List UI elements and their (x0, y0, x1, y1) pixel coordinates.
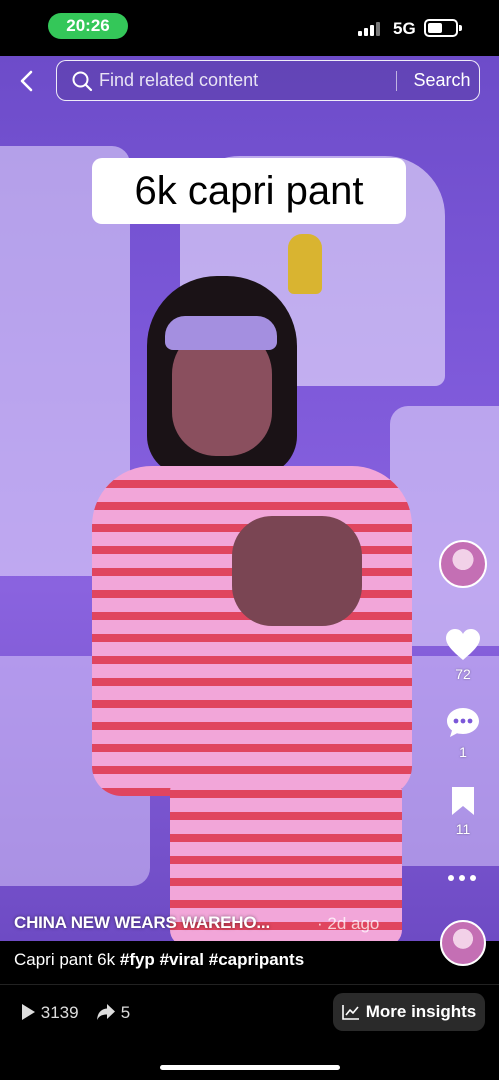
tiktok-video-screen: 20:26 5G 6k capri pant Search (0, 0, 499, 1080)
share-icon (97, 1004, 115, 1020)
author-name[interactable]: CHINA NEW WEARS WAREHO... (14, 913, 270, 933)
music-disc[interactable] (440, 920, 486, 966)
more-insights-button[interactable]: More insights (333, 993, 485, 1031)
back-icon[interactable] (12, 66, 42, 96)
play-icon (22, 1004, 35, 1020)
video-caption-overlay: 6k capri pant (92, 158, 406, 224)
stats-bar: 3139 5 More insights (0, 984, 499, 1040)
chart-icon (341, 1005, 359, 1020)
save-count: 11 (455, 821, 471, 837)
search-icon (71, 70, 93, 92)
save-button[interactable]: 11 (440, 785, 486, 837)
more-insights-label: More insights (365, 1002, 477, 1021)
comment-icon (447, 708, 479, 737)
person-hands (232, 516, 362, 626)
person-in-video (92, 276, 422, 941)
view-count-value: 3139 (40, 1003, 79, 1022)
post-date: · 2d ago (317, 914, 380, 933)
network-label: 5G (393, 19, 416, 38)
view-count: 3139 (20, 1003, 79, 1023)
battery-icon (424, 19, 462, 37)
hashtag[interactable]: #fyp (120, 950, 155, 969)
status-bar: 20:26 5G (0, 0, 499, 56)
signal-icon (358, 22, 382, 36)
like-count: 72 (455, 666, 471, 682)
search-divider (396, 71, 397, 91)
hashtag[interactable]: #viral (160, 950, 204, 969)
hashtag[interactable]: #capripants (209, 950, 304, 969)
search-button[interactable]: Search (407, 61, 477, 99)
creator-avatar[interactable] (439, 540, 487, 588)
share-count-value: 5 (120, 1003, 131, 1022)
like-button[interactable]: 72 (440, 628, 486, 682)
person-headband (165, 316, 277, 350)
home-indicator[interactable] (160, 1065, 340, 1070)
striped-shirt (92, 466, 412, 796)
status-time: 20:26 (48, 13, 128, 39)
bookmark-icon (452, 787, 474, 815)
video-description: Capri pant 6k #fyp #viral #capripants (14, 950, 304, 970)
search-input[interactable] (99, 61, 389, 99)
heart-icon (446, 629, 480, 660)
comment-count: 1 (459, 744, 467, 760)
more-icon[interactable] (447, 870, 477, 881)
video-player[interactable]: 6k capri pant (0, 56, 499, 941)
comment-button[interactable]: 1 (440, 706, 486, 760)
description-text: Capri pant 6k (14, 950, 116, 969)
search-bar[interactable]: Search (56, 60, 480, 101)
share-count: 5 (96, 1003, 130, 1023)
